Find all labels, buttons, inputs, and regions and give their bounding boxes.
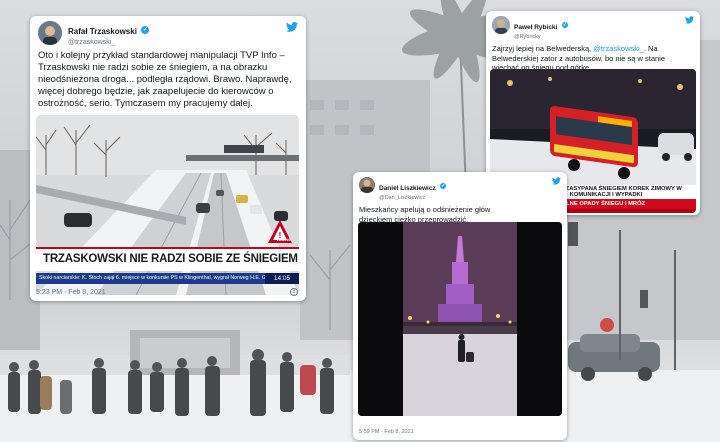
author-name[interactable]: Rafał Trzaskowski <box>68 27 137 36</box>
author-handle[interactable]: @Rybricky <box>514 34 568 40</box>
author-name[interactable]: Daniel Liszkiewicz <box>379 185 436 192</box>
verified-badge-icon: ✓ <box>440 182 447 189</box>
tv-banner-headline: TRZASKOWSKI NIE RADZI SOBIE ZE ŚNIEGIEM <box>43 253 298 265</box>
tv-logo-label: WAŻNE <box>276 237 291 242</box>
tv-ticker: Skoki narciarskie: K. Stoch zajął 6. mie… <box>36 273 299 284</box>
tweet-text-line: Mieszkańcy apelują o odśnieżenie głów <box>359 205 491 214</box>
info-icon[interactable]: i <box>290 288 298 296</box>
tweet-media-palace-video[interactable] <box>358 222 562 416</box>
tweet-timestamp[interactable]: 5:23 PM · Feb 8, 2021 <box>36 289 106 296</box>
avatar[interactable] <box>492 16 510 34</box>
tweet-timestamp[interactable]: 5:59 PM · Feb 8, 2021 <box>359 429 414 435</box>
tweet-card-liszkiewicz[interactable]: Daniel Liszkiewicz ✓ @Dan_Liszkiewicz Mi… <box>353 172 567 440</box>
palace-of-culture-night-image <box>358 222 562 416</box>
verified-badge-icon: ✓ <box>561 21 568 28</box>
author-handle[interactable]: @Dan_Liszkiewicz <box>379 195 446 201</box>
tweet-text: Zajrzyj lepiej na Belwederską, @trzaskow… <box>486 40 700 73</box>
twitter-bird-icon[interactable] <box>286 22 298 32</box>
author-handle[interactable]: @trzaskowski_ <box>68 39 149 46</box>
tweet-text-part: Zajrzyj lepiej na Belwederską, <box>492 44 594 53</box>
mention-link[interactable]: @trzaskowski_ <box>593 44 644 53</box>
tweet-header: Rafał Trzaskowski ✓ @trzaskowski_ <box>30 16 306 46</box>
tweet-media-tv-screenshot[interactable]: ! WAŻNE TRZASKOWSKI NIE RADZI SOBIE ZE Ś… <box>36 115 299 295</box>
tweet-header: Daniel Liszkiewicz ✓ @Dan_Liszkiewicz <box>353 172 567 201</box>
tweet-card-trzaskowski[interactable]: Rafał Trzaskowski ✓ @trzaskowski_ Oto i … <box>30 16 306 301</box>
avatar[interactable] <box>38 21 62 45</box>
tweet-text: Oto i kolejny przykład standardowej mani… <box>38 50 292 109</box>
twitter-bird-icon[interactable] <box>685 16 694 24</box>
avatar[interactable] <box>359 177 375 193</box>
tv-ticker-text: Skoki narciarskie: K. Stoch zajął 6. mie… <box>39 274 265 281</box>
twitter-bird-icon[interactable] <box>552 177 561 185</box>
tweet-text: Mieszkańcy apelują o odśnieżenie głów dz… <box>353 201 567 224</box>
verified-badge-icon: ✓ <box>141 25 150 34</box>
author-name[interactable]: Paweł Rybicki <box>514 24 557 31</box>
tv-clock: 14:05 <box>265 273 299 284</box>
tweet-header: Paweł Rybicki ✓ @Rybricky <box>486 11 700 40</box>
tv-banner: TRZASKOWSKI NIE RADZI SOBIE ZE ŚNIEGIEM <box>36 247 299 271</box>
